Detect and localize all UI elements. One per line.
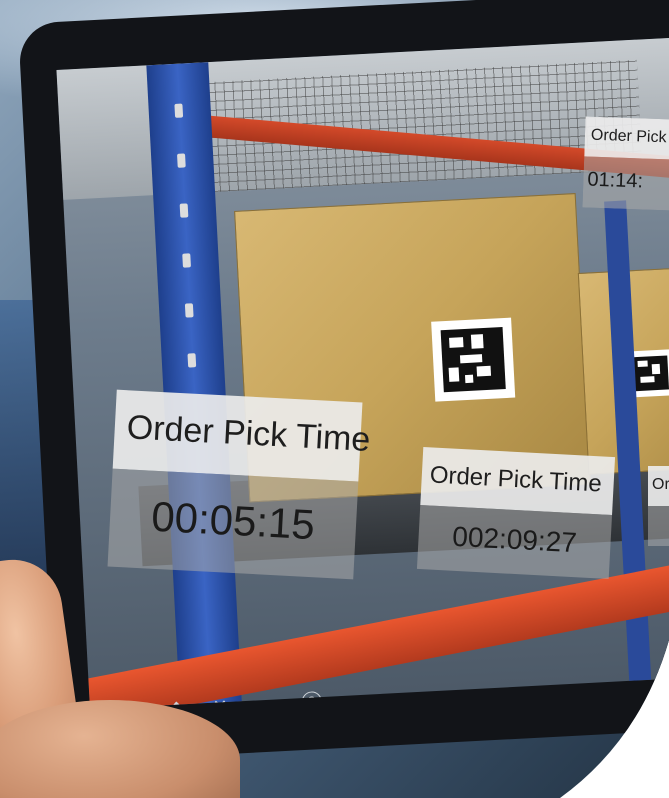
tablet-screen: ≡ ❖ ✕ ⁓ ? [56,34,669,709]
trend-icon[interactable]: ⁓ [255,693,274,709]
tablet-device: ≡ ❖ ✕ ⁓ ? [18,0,669,763]
upright-slot [174,104,183,118]
fiducial-marker-large [431,318,515,402]
ar-label-main: Order Pick Time 00:05:15 [108,390,363,580]
tools-icon[interactable]: ✕ [212,695,228,709]
ar-label-value: 002:09:27 [417,505,612,579]
upright-slot [177,153,186,167]
ar-label-value [648,506,669,546]
photo-scene: ≡ ❖ ✕ ⁓ ? Order Pick Time 00:05:15 Order… [0,0,669,798]
ar-label-title: Order Pick Time [420,447,615,515]
upright-slot [182,253,191,267]
ar-label-value: 01:14: [582,156,669,210]
help-icon[interactable]: ? [301,691,322,709]
ar-label-edge: Or [648,466,669,546]
ar-label-title: Or [648,466,669,506]
upright-slot [180,203,189,217]
ar-label-title: Order Pick [584,116,669,159]
upright-slot [187,353,196,367]
upright-slot [185,303,194,317]
ar-label-second: Order Pick Time 002:09:27 [417,447,615,579]
ar-label-title: Order Pick Time [113,390,363,482]
ar-label-value: 00:05:15 [108,469,359,580]
ar-label-top-right: Order Pick 01:14: [582,116,669,210]
